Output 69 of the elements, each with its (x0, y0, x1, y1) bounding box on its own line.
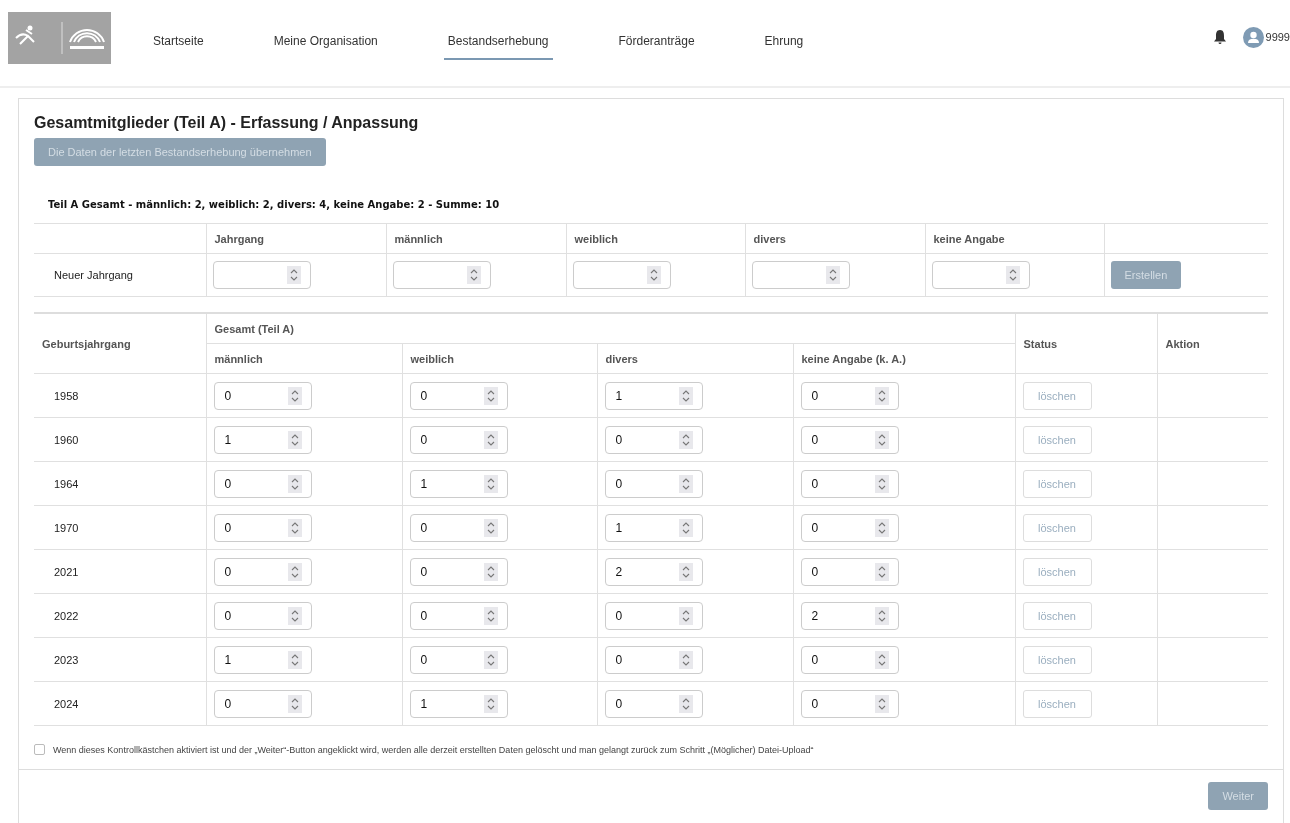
number-field[interactable]: 0 (213, 381, 312, 410)
number-field[interactable]: 0 (409, 601, 508, 630)
number-field[interactable]: 0 (800, 557, 899, 586)
column-header: männlich (206, 343, 402, 374)
column-header: männlich (386, 223, 566, 254)
number-field[interactable] (392, 261, 491, 289)
year-cell: 1970 (34, 505, 206, 550)
nav-link[interactable]: Förderanträge (614, 0, 699, 86)
number-field[interactable]: 0 (409, 557, 508, 586)
number-field[interactable]: 0 (409, 425, 508, 454)
number-field[interactable]: 0 (213, 689, 312, 718)
number-field[interactable] (572, 261, 671, 289)
number-field[interactable]: 0 (800, 645, 899, 674)
nav-link[interactable]: Meine Organisation (269, 0, 382, 86)
row-label: Neuer Jahrgang (34, 253, 206, 297)
number-field[interactable]: 0 (213, 601, 312, 630)
number-field[interactable] (751, 261, 850, 289)
column-header: weiblich (402, 343, 597, 374)
number-field[interactable] (931, 261, 1030, 289)
user-name[interactable]: 9999 (1265, 31, 1290, 43)
group-header: Gesamt (Teil A) (206, 313, 1016, 344)
number-field[interactable]: 0 (800, 381, 899, 410)
number-field[interactable]: 0 (604, 469, 703, 498)
page-title: Gesamtmitglieder (Teil A) - Erfassung / Anpassung (34, 114, 420, 132)
number-field[interactable]: 0 (800, 469, 899, 498)
year-cell: 1958 (34, 373, 206, 418)
number-field[interactable]: 1 (604, 513, 703, 542)
checkbox-label: Wenn dieses Kontrollkästchen aktiviert ist und der „Weiter“-Button angeklickt wird, werden alle derzeit erstellten Daten gelöscht und man gelangt zurück zum Schritt „(Möglicher) Datei-Upload“ (53, 744, 814, 755)
number-field[interactable]: 0 (604, 425, 703, 454)
number-field[interactable]: 1 (213, 645, 312, 674)
number-field[interactable]: 0 (213, 469, 312, 498)
number-field[interactable]: 1 (213, 425, 312, 454)
number-field[interactable]: 0 (409, 645, 508, 674)
column-header: divers (745, 223, 925, 254)
number-field[interactable]: 0 (213, 513, 312, 542)
year-cell: 1964 (34, 461, 206, 506)
number-field[interactable]: 0 (213, 557, 312, 586)
summary-text: Teil A Gesamt - männlich: 2, weiblich: 2, divers: 4, keine Angabe: 2 - Summe: 10 (48, 199, 501, 210)
year-cell: 2021 (34, 549, 206, 594)
column-header: keine Angabe (925, 223, 1104, 254)
number-field[interactable]: 0 (800, 513, 899, 542)
number-field[interactable]: 1 (604, 381, 703, 410)
number-field[interactable]: 0 (800, 425, 899, 454)
number-field[interactable]: 2 (800, 601, 899, 630)
number-field[interactable]: 1 (409, 689, 508, 718)
number-field[interactable]: 1 (409, 469, 508, 498)
nav-link[interactable]: Startseite (149, 0, 208, 86)
year-cell: 1960 (34, 417, 206, 462)
nav-link[interactable]: Bestandserhebung (443, 0, 553, 86)
number-field[interactable]: 0 (604, 601, 703, 630)
number-field[interactable]: 0 (604, 689, 703, 718)
number-field[interactable]: 0 (409, 513, 508, 542)
checkbox[interactable] (34, 744, 45, 755)
number-field[interactable]: 2 (604, 557, 703, 586)
number-field[interactable]: 0 (800, 689, 899, 718)
number-field[interactable]: 0 (604, 645, 703, 674)
year-cell: 2022 (34, 593, 206, 638)
nav-link[interactable]: Ehrung (760, 0, 808, 86)
year-cell: 2023 (34, 637, 206, 682)
column-header: weiblich (566, 223, 745, 254)
column-header: Jahrgang (206, 223, 386, 254)
avatar-icon[interactable] (1242, 26, 1264, 48)
column-header: Geburtsjahrgang (34, 313, 206, 374)
number-field[interactable]: 0 (409, 381, 508, 410)
number-field[interactable] (212, 261, 311, 289)
column-header: Status (1015, 313, 1158, 374)
bell-icon[interactable] (1212, 29, 1227, 45)
year-cell: 2024 (34, 681, 206, 726)
column-header: divers (597, 343, 793, 374)
